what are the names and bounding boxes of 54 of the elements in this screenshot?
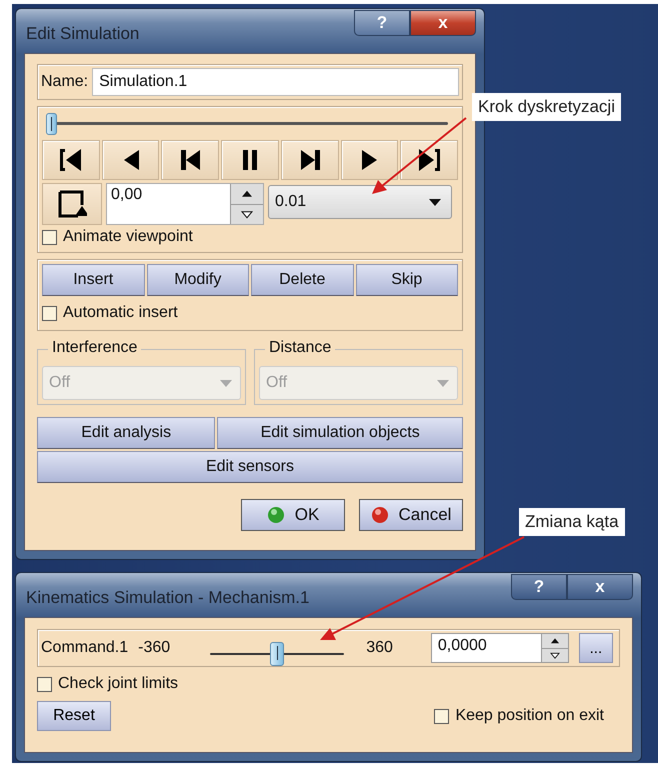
close-button[interactable]: x [567, 574, 633, 600]
max-value: 360 [366, 639, 393, 657]
checkbox[interactable] [42, 230, 57, 244]
window-title: Kinematics Simulation - Mechanism.1 [26, 588, 310, 608]
name-field[interactable]: Simulation.1 [92, 68, 459, 96]
player-button[interactable] [340, 140, 398, 180]
ball-icon [370, 506, 389, 524]
player-button[interactable] [102, 140, 160, 180]
caret-icon [437, 380, 449, 386]
loop-icon [57, 189, 87, 219]
record-button[interactable]: Modify [146, 264, 249, 296]
edit-button[interactable]: Edit simulation objects [217, 417, 463, 449]
player-button[interactable] [221, 140, 279, 180]
step-size-dropdown[interactable]: 0.01 [268, 185, 452, 219]
ball-icon [266, 506, 285, 524]
annotation-label: Krok dyskretyzacji [472, 93, 621, 121]
record-button[interactable]: Delete [251, 264, 354, 296]
window-title: Edit Simulation [26, 24, 140, 44]
record-button[interactable]: Skip [356, 264, 458, 296]
player-button[interactable] [400, 140, 458, 180]
player-button[interactable] [280, 140, 339, 180]
edit-button[interactable]: Edit analysis [37, 417, 216, 449]
command-slider[interactable] [210, 642, 344, 664]
player-button[interactable] [42, 140, 100, 180]
checkbox-label: Check joint limits [58, 675, 178, 693]
close-button[interactable]: x [410, 10, 476, 36]
reset-button[interactable]: Reset [37, 701, 111, 731]
caret-icon [429, 198, 441, 206]
player-button[interactable] [161, 140, 220, 180]
step-field[interactable]: 0,00 [106, 183, 264, 225]
checkbox-label: Keep position on exit [455, 707, 604, 725]
spin-buttons[interactable] [540, 634, 568, 662]
record-button[interactable]: Insert [42, 264, 144, 296]
command-name: Command.1 [41, 639, 128, 657]
annotation-label: Zmiana kąta [519, 508, 625, 536]
checkbox[interactable] [434, 708, 450, 724]
checkbox[interactable] [37, 676, 52, 692]
help-button[interactable]: ? [511, 574, 567, 600]
loop-button[interactable] [42, 183, 102, 225]
caret-icon [220, 380, 232, 386]
min-value: -360 [138, 639, 170, 657]
ok-button[interactable]: OK [241, 499, 345, 531]
slider-thumb[interactable] [46, 113, 57, 135]
time-slider[interactable] [46, 113, 448, 135]
checkbox-label: Automatic insert [63, 304, 178, 322]
edit-sensors-button[interactable]: Edit sensors [37, 451, 463, 483]
slider-thumb[interactable] [270, 642, 284, 666]
name-label: Name: [41, 73, 88, 91]
cancel-button[interactable]: Cancel [359, 499, 463, 531]
more-button[interactable]: ... [578, 633, 613, 663]
checkbox-label: Animate viewpoint [63, 228, 193, 246]
spin-buttons[interactable] [230, 184, 263, 224]
value-field[interactable]: 0,0000 [430, 633, 569, 663]
checkbox[interactable] [42, 306, 57, 320]
